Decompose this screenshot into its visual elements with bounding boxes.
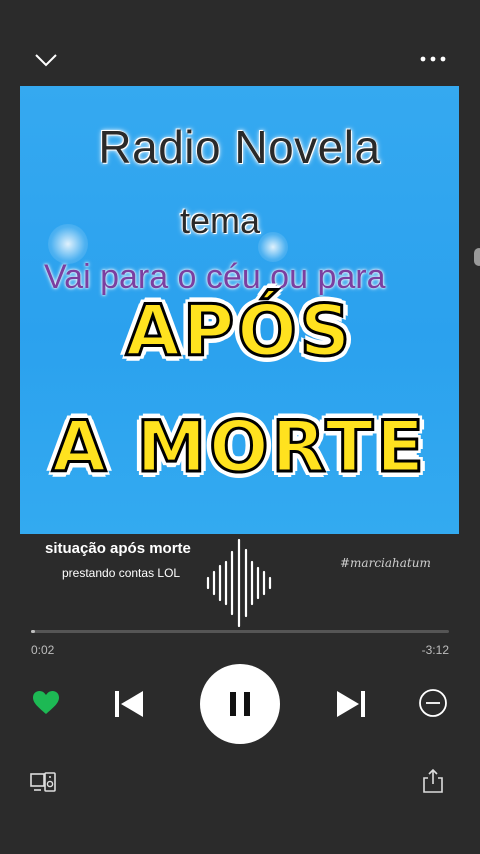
artwork-headline-line1: APÓS	[124, 289, 354, 374]
progress-fill	[31, 630, 36, 633]
minus-circle-icon[interactable]	[418, 688, 448, 718]
more-dots-icon[interactable]	[420, 54, 446, 64]
heart-icon[interactable]	[32, 690, 60, 716]
artwork-headline-line2: A MORTE	[50, 405, 428, 490]
remaining-time: -3:12	[421, 643, 449, 657]
pause-icon	[230, 692, 250, 716]
album-artwork: Radio Novela tema Vai para o céu ou para…	[20, 86, 459, 534]
player-header	[0, 0, 480, 90]
waveform-icon	[206, 538, 272, 628]
watermark-text: #marciahatum	[340, 556, 431, 570]
skip-next-icon[interactable]	[334, 688, 368, 720]
chevron-down-icon[interactable]	[34, 50, 58, 70]
track-title[interactable]: situação após morte	[45, 540, 191, 557]
pause-button[interactable]	[200, 664, 280, 744]
elapsed-time: 0:02	[31, 643, 55, 657]
skip-previous-icon[interactable]	[112, 688, 146, 720]
track-artist[interactable]: prestando contas LOL	[62, 566, 180, 580]
side-handle	[474, 248, 480, 266]
artwork-title: Radio Novela	[98, 121, 381, 173]
progress-bar[interactable]	[31, 630, 449, 633]
artwork-subtitle: tema	[180, 200, 261, 241]
share-icon[interactable]	[422, 768, 444, 794]
connect-devices-icon[interactable]	[30, 770, 56, 794]
